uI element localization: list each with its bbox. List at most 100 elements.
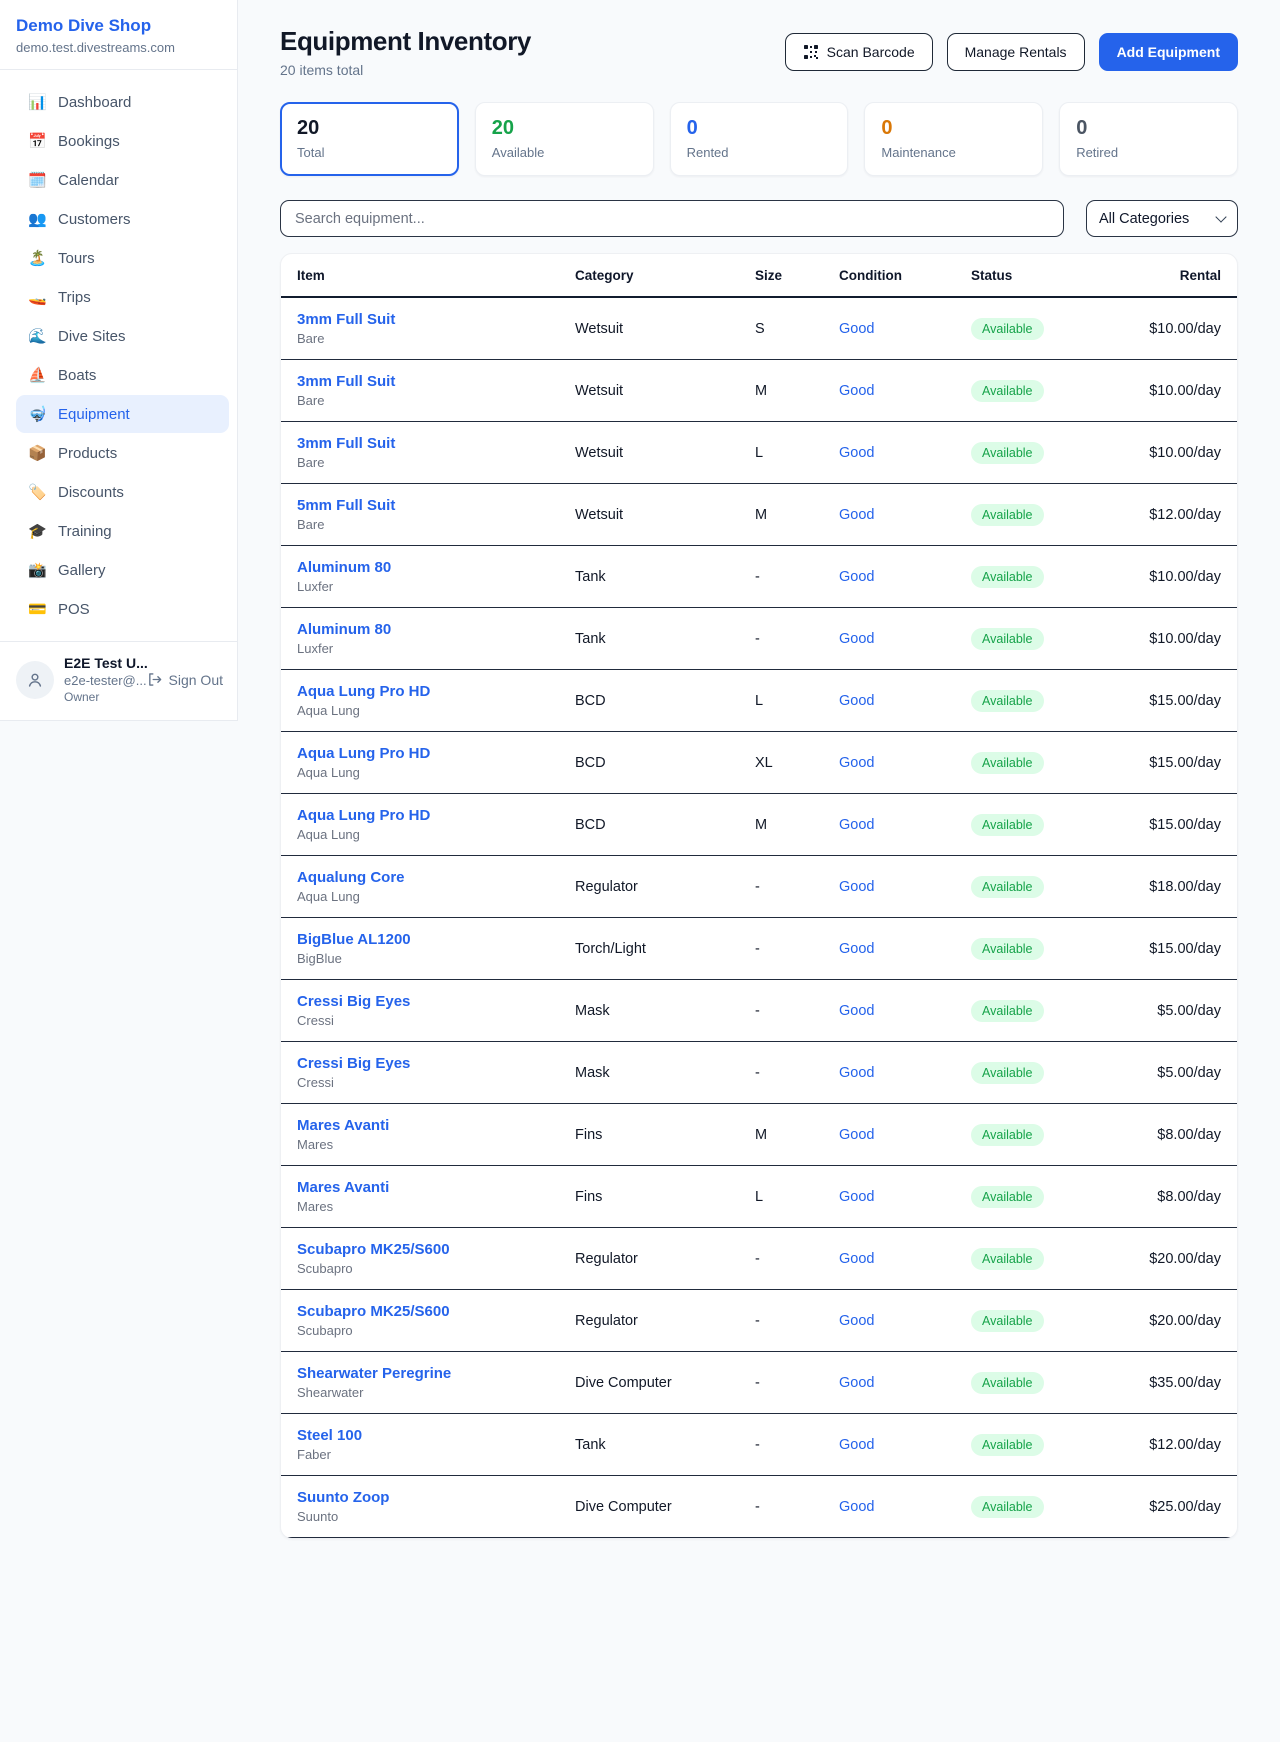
scan-barcode-button[interactable]: Scan Barcode bbox=[785, 33, 933, 71]
condition-link[interactable]: Good bbox=[839, 817, 874, 833]
nav-item-label: Dashboard bbox=[58, 94, 131, 111]
item-link[interactable]: Shearwater Peregrine bbox=[297, 1365, 451, 1382]
sign-out-button[interactable]: Sign Out bbox=[146, 671, 223, 688]
sidebar-item-bookings[interactable]: 📅 Bookings bbox=[16, 122, 229, 160]
item-link[interactable]: 3mm Full Suit bbox=[297, 435, 395, 452]
stat-value: 20 bbox=[492, 117, 637, 140]
item-brand: Cressi bbox=[297, 1075, 575, 1090]
item-link[interactable]: Aluminum 80 bbox=[297, 621, 391, 638]
sidebar-item-training[interactable]: 🎓 Training bbox=[16, 512, 229, 550]
sidebar-item-gallery[interactable]: 📸 Gallery bbox=[16, 551, 229, 589]
condition-link[interactable]: Good bbox=[839, 1499, 874, 1515]
item-size: L bbox=[755, 693, 839, 709]
condition-link[interactable]: Good bbox=[839, 1251, 874, 1267]
stat-card-available[interactable]: 20 Available bbox=[475, 102, 654, 176]
sidebar-item-customers[interactable]: 👥 Customers bbox=[16, 200, 229, 238]
item-size: M bbox=[755, 383, 839, 399]
column-header-status: Status bbox=[971, 268, 1101, 283]
item-link[interactable]: Mares Avanti bbox=[297, 1117, 389, 1134]
sidebar-item-pos[interactable]: 💳 POS bbox=[16, 590, 229, 628]
nav-item-label: Boats bbox=[58, 367, 96, 384]
item-link[interactable]: 3mm Full Suit bbox=[297, 311, 395, 328]
sign-out-label: Sign Out bbox=[169, 672, 223, 688]
sidebar-item-discounts[interactable]: 🏷️ Discounts bbox=[16, 473, 229, 511]
rental-price: $10.00/day bbox=[1101, 383, 1221, 399]
item-category: Mask bbox=[575, 1003, 755, 1019]
nav-item-icon: 🤿 bbox=[28, 405, 47, 423]
condition-link[interactable]: Good bbox=[839, 941, 874, 957]
category-filter[interactable]: All Categories bbox=[1086, 200, 1238, 237]
item-link[interactable]: Aqua Lung Pro HD bbox=[297, 807, 430, 824]
stat-card-total[interactable]: 20 Total bbox=[280, 102, 459, 176]
user-info: E2E Test U... e2e-tester@... Owner bbox=[64, 655, 136, 704]
rental-price: $35.00/day bbox=[1101, 1375, 1221, 1391]
item-brand: Bare bbox=[297, 331, 575, 346]
search-input[interactable] bbox=[280, 200, 1064, 237]
rental-price: $25.00/day bbox=[1101, 1499, 1221, 1515]
table-row: Aluminum 80 Luxfer Tank - Good Available… bbox=[281, 608, 1237, 670]
nav-item-icon: 📅 bbox=[28, 132, 47, 150]
user-name: E2E Test U... bbox=[64, 655, 136, 671]
condition-link[interactable]: Good bbox=[839, 1065, 874, 1081]
sidebar-item-equipment[interactable]: 🤿 Equipment bbox=[16, 395, 229, 433]
rental-price: $5.00/day bbox=[1101, 1003, 1221, 1019]
condition-link[interactable]: Good bbox=[839, 383, 874, 399]
item-link[interactable]: Aluminum 80 bbox=[297, 559, 391, 576]
item-link[interactable]: Aqua Lung Pro HD bbox=[297, 745, 430, 762]
item-size: - bbox=[755, 569, 839, 585]
item-category: Dive Computer bbox=[575, 1375, 755, 1391]
condition-link[interactable]: Good bbox=[839, 631, 874, 647]
manage-rentals-label: Manage Rentals bbox=[965, 44, 1067, 60]
item-link[interactable]: Cressi Big Eyes bbox=[297, 993, 410, 1010]
item-category: BCD bbox=[575, 755, 755, 771]
item-link[interactable]: Scubapro MK25/S600 bbox=[297, 1241, 450, 1258]
item-link[interactable]: Steel 100 bbox=[297, 1427, 362, 1444]
condition-link[interactable]: Good bbox=[839, 755, 874, 771]
item-size: - bbox=[755, 941, 839, 957]
item-link[interactable]: BigBlue AL1200 bbox=[297, 931, 411, 948]
item-link[interactable]: Cressi Big Eyes bbox=[297, 1055, 410, 1072]
sidebar-item-tours[interactable]: 🏝️ Tours bbox=[16, 239, 229, 277]
status-badge: Available bbox=[971, 1434, 1044, 1456]
sidebar-item-boats[interactable]: ⛵ Boats bbox=[16, 356, 229, 394]
stat-card-rented[interactable]: 0 Rented bbox=[670, 102, 849, 176]
sidebar-item-products[interactable]: 📦 Products bbox=[16, 434, 229, 472]
item-link[interactable]: 5mm Full Suit bbox=[297, 497, 395, 514]
condition-link[interactable]: Good bbox=[839, 1375, 874, 1391]
item-brand: Luxfer bbox=[297, 579, 575, 594]
sidebar-item-calendar[interactable]: 🗓️ Calendar bbox=[16, 161, 229, 199]
condition-link[interactable]: Good bbox=[839, 879, 874, 895]
condition-link[interactable]: Good bbox=[839, 507, 874, 523]
condition-link[interactable]: Good bbox=[839, 569, 874, 585]
condition-link[interactable]: Good bbox=[839, 445, 874, 461]
stat-card-maintenance[interactable]: 0 Maintenance bbox=[864, 102, 1043, 176]
stat-card-retired[interactable]: 0 Retired bbox=[1059, 102, 1238, 176]
item-category: Tank bbox=[575, 1437, 755, 1453]
nav-item-label: Customers bbox=[58, 211, 131, 228]
item-link[interactable]: Suunto Zoop bbox=[297, 1489, 389, 1506]
rental-price: $15.00/day bbox=[1101, 755, 1221, 771]
table-row: 3mm Full Suit Bare Wetsuit S Good Availa… bbox=[281, 298, 1237, 360]
sidebar-item-dive-sites[interactable]: 🌊 Dive Sites bbox=[16, 317, 229, 355]
add-equipment-button[interactable]: Add Equipment bbox=[1099, 33, 1238, 71]
condition-link[interactable]: Good bbox=[839, 321, 874, 337]
condition-link[interactable]: Good bbox=[839, 1189, 874, 1205]
condition-link[interactable]: Good bbox=[839, 1437, 874, 1453]
item-link[interactable]: Scubapro MK25/S600 bbox=[297, 1303, 450, 1320]
item-brand: BigBlue bbox=[297, 951, 575, 966]
stat-value: 0 bbox=[881, 117, 1026, 140]
condition-link[interactable]: Good bbox=[839, 1313, 874, 1329]
item-link[interactable]: 3mm Full Suit bbox=[297, 373, 395, 390]
condition-link[interactable]: Good bbox=[839, 1127, 874, 1143]
item-link[interactable]: Aqua Lung Pro HD bbox=[297, 683, 430, 700]
stat-label: Total bbox=[297, 145, 442, 160]
sidebar-item-trips[interactable]: 🚤 Trips bbox=[16, 278, 229, 316]
sidebar-item-dashboard[interactable]: 📊 Dashboard bbox=[16, 83, 229, 121]
table-row: Aluminum 80 Luxfer Tank - Good Available… bbox=[281, 546, 1237, 608]
condition-link[interactable]: Good bbox=[839, 1003, 874, 1019]
condition-link[interactable]: Good bbox=[839, 693, 874, 709]
item-link[interactable]: Aqualung Core bbox=[297, 869, 405, 886]
barcode-scan-icon bbox=[803, 44, 819, 60]
manage-rentals-button[interactable]: Manage Rentals bbox=[947, 33, 1085, 71]
item-link[interactable]: Mares Avanti bbox=[297, 1179, 389, 1196]
